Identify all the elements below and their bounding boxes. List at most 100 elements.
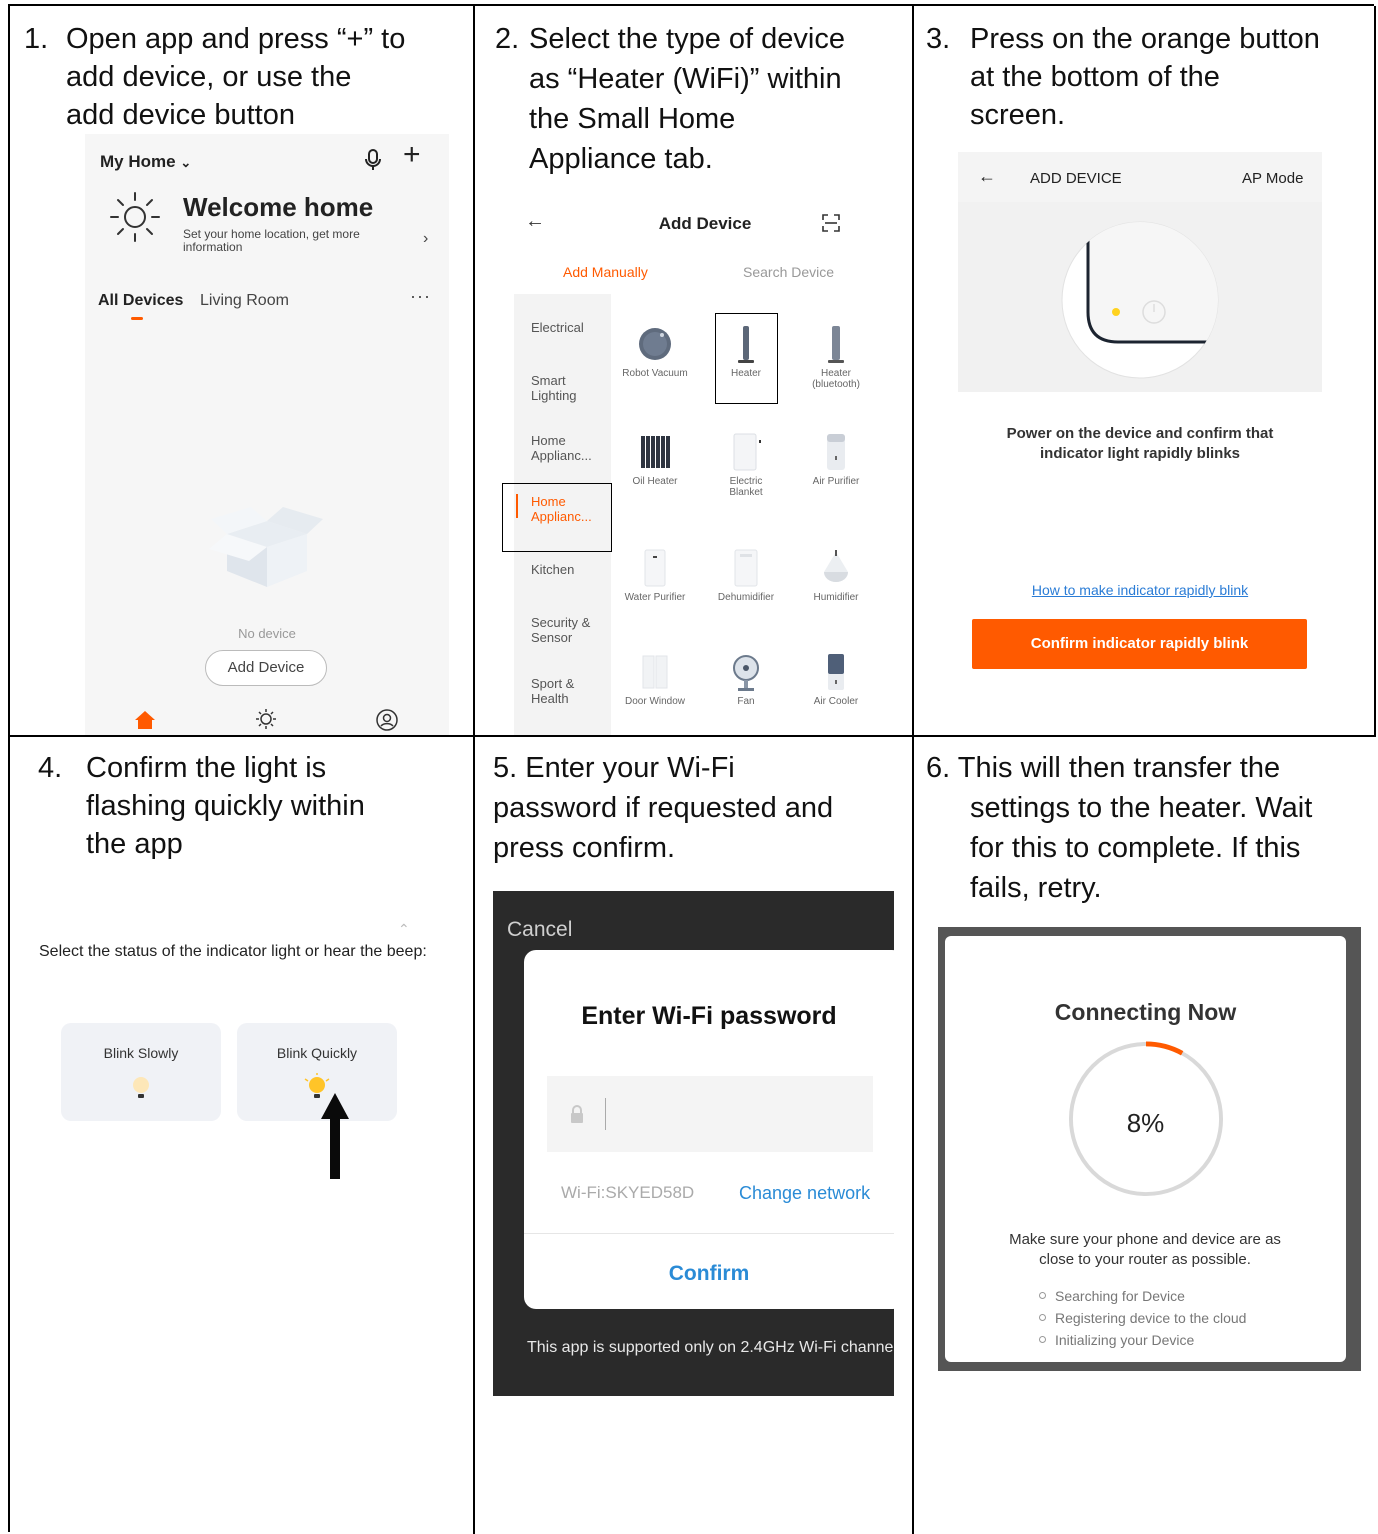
step-1-line-3: add device button	[66, 99, 295, 131]
back-arrow-icon[interactable]: ←	[978, 166, 996, 187]
step-6-number: 6.	[926, 752, 951, 784]
step-3-line-2: at the bottom of the	[970, 61, 1220, 93]
change-network-link[interactable]: Change network	[739, 1183, 870, 1204]
profile-icon[interactable]	[375, 708, 399, 732]
device-label: Robot Vacuum	[622, 368, 688, 379]
add-device-button[interactable]: Add Device	[205, 650, 327, 686]
step-5-line-2: password if requested and	[493, 792, 834, 824]
water-purifier-icon	[635, 548, 675, 588]
device-indicator-illustration	[958, 202, 1322, 392]
step-6-line-2: settings to the heater. Wait	[970, 792, 1313, 824]
wifi-name: Wi-Fi:SKYED58D	[561, 1183, 695, 1202]
device-label: Air Purifier	[812, 476, 860, 487]
option-label: Blink Slowly	[103, 1045, 179, 1061]
screenshot-wifi-password: Cancel Enter Wi-Fi password Wi-Fi:SKYED5…	[493, 891, 894, 1396]
bulb-dim-icon	[133, 1077, 149, 1098]
step-2-line-1: Select the type of device	[529, 23, 845, 55]
device-label: Electric Blanket	[729, 476, 763, 498]
progress-step-item: Registering device to the cloud	[1037, 1307, 1246, 1329]
text-caret	[605, 1098, 606, 1130]
device-robot-vacuum[interactable]: Robot Vacuum	[610, 324, 700, 379]
device-heater-bluetooth[interactable]: Heater (bluetooth)	[791, 324, 881, 390]
dehumidifier-icon	[726, 548, 766, 588]
step-5-line-3: press confirm.	[493, 832, 676, 864]
device-dehumidifier[interactable]: Dehumidifier	[701, 548, 791, 603]
step-5-line-1: 5. Enter your Wi-Fi	[493, 749, 735, 787]
option-blink-slowly[interactable]: Blink Slowly	[61, 1023, 221, 1121]
chevron-right-icon[interactable]: ›	[423, 230, 428, 248]
category-smart-lighting[interactable]: Smart Lighting	[531, 373, 601, 403]
step-3-line-1: Press on the orange button	[970, 23, 1320, 55]
home-icon[interactable]	[134, 710, 156, 730]
device-water-purifier[interactable]: Water Purifier	[610, 548, 700, 603]
step-3-line-3: screen.	[970, 99, 1066, 131]
tab-living-room[interactable]: Living Room	[200, 292, 289, 310]
add-device-title: Add Device	[658, 214, 752, 233]
step-bullet-icon	[1039, 1314, 1046, 1321]
add-device-header: ADD DEVICE	[1030, 170, 1122, 187]
device-door-window[interactable]: Door Window	[610, 652, 700, 707]
device-label: Door Window	[624, 696, 686, 707]
help-link[interactable]: How to make indicator rapidly blink	[958, 582, 1322, 598]
welcome-title: Welcome home	[183, 192, 374, 222]
scan-icon[interactable]	[822, 214, 840, 232]
step-5-cell: 5. Enter your Wi-Fi password if requeste…	[473, 735, 914, 1534]
step-2-number: 2.	[495, 23, 520, 55]
air-purifier-icon	[816, 432, 856, 472]
step-1-line-1: Open app and press “+” to	[66, 23, 406, 55]
confirm-button[interactable]: Confirm	[524, 1262, 894, 1286]
category-electrical[interactable]: Electrical	[531, 320, 584, 335]
arrow-up-icon	[321, 1093, 349, 1179]
device-fan[interactable]: Fan	[701, 652, 791, 707]
step-2-cell: 2. Select the type of device as “Heater …	[473, 6, 914, 737]
step-bullet-icon	[1039, 1292, 1046, 1299]
device-air-purifier[interactable]: Air Purifier	[791, 432, 881, 487]
divider	[524, 1233, 894, 1234]
option-label: Blink Quickly	[276, 1045, 358, 1061]
step-6-line-1: 6. This will then transfer the	[926, 749, 1280, 787]
progress-step-item: Searching for Device	[1037, 1285, 1246, 1307]
power-on-message: Power on the device and confirm that ind…	[1006, 425, 1274, 462]
step-3-number: 3.	[926, 23, 951, 55]
wifi-dialog: Enter Wi-Fi password Wi-Fi:SKYED58D Chan…	[524, 950, 894, 1309]
scene-icon[interactable]	[255, 708, 277, 730]
step-4-line-2: flashing quickly within	[86, 790, 365, 822]
step-6-text: This will then transfer the	[957, 752, 1281, 784]
category-security-sensor[interactable]: Security & Sensor	[531, 615, 601, 645]
step-4-number: 4.	[38, 752, 63, 784]
collapse-icon[interactable]: ⌃	[398, 921, 410, 938]
home-selector[interactable]: My Home ⌄	[100, 152, 191, 172]
step-5-number: 5.	[493, 752, 518, 784]
password-field[interactable]	[547, 1076, 873, 1152]
more-icon[interactable]: ···	[410, 286, 431, 307]
device-electric-blanket[interactable]: Electric Blanket	[701, 432, 791, 498]
plus-icon[interactable]: +	[403, 140, 421, 170]
sun-icon	[110, 192, 160, 242]
category-home-appliance-1[interactable]: Home Applianc...	[531, 433, 601, 463]
wifi-band-note: This app is supported only on 2.4GHz Wi-…	[527, 1339, 894, 1356]
device-oil-heater[interactable]: Oil Heater	[610, 432, 700, 487]
ap-mode-link[interactable]: AP Mode	[1242, 170, 1303, 187]
tab-search-device[interactable]: Search Device	[743, 264, 834, 280]
device-humidifier[interactable]: Humidifier	[791, 548, 881, 603]
device-label: Heater (bluetooth)	[812, 368, 860, 390]
category-kitchen[interactable]: Kitchen	[531, 562, 574, 577]
tab-all-devices[interactable]: All Devices	[98, 292, 183, 310]
highlight-box-category	[502, 483, 612, 552]
step-5-text: Enter your Wi-Fi	[525, 752, 735, 784]
connecting-title: Connecting Now	[1054, 999, 1237, 1025]
tab-add-manually[interactable]: Add Manually	[563, 264, 648, 280]
cancel-button[interactable]: Cancel	[507, 918, 572, 942]
step-1-number: 1.	[24, 23, 49, 55]
air-cooler-icon	[816, 652, 856, 692]
category-sport-health[interactable]: Sport & Health	[531, 676, 601, 706]
screenshot-home: My Home ⌄ + Welcome home Set your home l…	[85, 134, 449, 735]
option-blink-quickly[interactable]: Blink Quickly	[237, 1023, 397, 1121]
step-2-line-2: as “Heater (WiFi)” within	[529, 63, 842, 95]
confirm-blink-button[interactable]: Confirm indicator rapidly blink	[972, 619, 1307, 669]
step-bullet-icon	[1039, 1336, 1046, 1343]
mic-icon[interactable]	[363, 148, 383, 172]
step-2-line-4: Appliance tab.	[529, 143, 713, 175]
screenshot-add-device: ← Add Device Add Manually Search Device …	[502, 206, 906, 735]
device-air-cooler[interactable]: Air Cooler	[791, 652, 881, 707]
